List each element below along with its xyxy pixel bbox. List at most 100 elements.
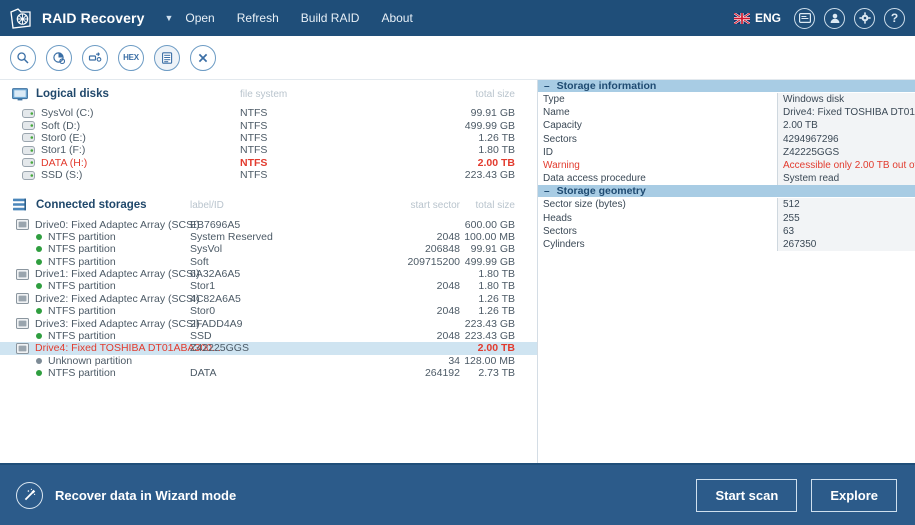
hdd-icon: [16, 268, 29, 280]
storage-row-name: NTFS partition: [48, 330, 116, 343]
storage-partition-row[interactable]: NTFS partition Stor1 2048 1.80 TB: [0, 280, 537, 292]
drive-icon: [22, 158, 35, 168]
chevron-down-icon[interactable]: ▼: [164, 13, 173, 23]
storage-row-name: Unknown partition: [48, 354, 133, 367]
logical-disk-row[interactable]: Stor1 (F:) NTFS 1.80 TB: [0, 144, 537, 156]
storage-partition-row[interactable]: NTFS partition Soft 209715200 499.99 GB: [0, 256, 537, 268]
property-row: WarningAccessible only 2.00 TB out of 2.…: [538, 158, 915, 173]
user-icon[interactable]: [824, 7, 845, 29]
logical-disk-row[interactable]: SysVol (C:) NTFS 99.91 GB: [0, 107, 537, 119]
menu-item-refresh[interactable]: Refresh: [237, 11, 279, 25]
gear-icon[interactable]: [854, 7, 875, 29]
drive-icon: [22, 108, 35, 118]
storage-row-name: NTFS partition: [48, 367, 116, 380]
app-title: RAID Recovery: [42, 10, 145, 26]
property-value: 4294967296: [778, 132, 915, 146]
partition-status-dot: [36, 370, 42, 377]
property-value: 267350: [778, 237, 915, 252]
storage-partition-row[interactable]: Unknown partition 34 128.00 MB: [0, 355, 537, 367]
property-value: 63: [778, 224, 915, 238]
compare-icon[interactable]: [82, 44, 108, 71]
window-icon[interactable]: [794, 7, 815, 29]
drive-icon: [22, 121, 35, 131]
logical-disk-size: 223.43 GB: [464, 169, 515, 182]
property-row: Capacity 2.00 TB: [538, 119, 915, 133]
logical-disk-row[interactable]: DATA (H:) NTFS 2.00 TB: [0, 157, 537, 169]
list-icon[interactable]: [154, 44, 180, 71]
storage-row-size: 499.99 GB: [464, 255, 515, 268]
property-key: Sector size (bytes): [538, 198, 778, 212]
logical-disk-name: Soft (D:): [41, 119, 81, 132]
explore-button[interactable]: Explore: [811, 478, 897, 512]
storage-row-start-sector: 2048: [436, 280, 460, 293]
storage-row-size: 1.26 TB: [478, 292, 515, 305]
storage-drive-row[interactable]: Drive4: Fixed TOSHIBA DT01ABA300... Z4222…: [0, 342, 537, 355]
storage-partition-row[interactable]: NTFS partition SSD 2048 223.43 GB: [0, 330, 537, 342]
property-row: Sectors 4294967296: [538, 132, 915, 146]
connected-storages-list: Drive0: Fixed Adaptec Array (SCSI) EB7696…: [0, 218, 537, 379]
hdd-icon: [16, 219, 29, 231]
storage-partition-row[interactable]: NTFS partition DATA 264192 2.73 TB: [0, 367, 537, 379]
help-icon[interactable]: ?: [884, 7, 905, 29]
storage-partition-row[interactable]: NTFS partition System Reserved 2048 100.00 …: [0, 231, 537, 243]
minus-icon[interactable]: –: [544, 186, 550, 197]
property-key: Capacity: [538, 119, 778, 133]
property-row: Data access procedure System read: [538, 172, 915, 186]
raid-folder-logo: [8, 6, 34, 30]
storage-drive-row[interactable]: Drive2: Fixed Adaptec Array (SCSI) 4C82A6…: [0, 293, 537, 305]
property-key: Type: [538, 93, 778, 107]
storage-row-label: SSD: [190, 330, 212, 343]
header-actions: ENG ?: [733, 7, 905, 29]
panel-section-title: Storage geometry: [556, 185, 646, 198]
property-row: NameDrive4: Fixed TOSHIBA DT01ABA300 (: [538, 106, 915, 120]
hdd-icon: [16, 342, 29, 354]
language-selector[interactable]: ENG: [733, 11, 781, 25]
menu-item-about[interactable]: About: [381, 11, 412, 25]
storage-row-size: 600.00 GB: [464, 218, 515, 231]
storages-icon: [12, 198, 28, 212]
partition-status-dot: [36, 258, 42, 265]
storage-row-label: Stor0: [190, 305, 216, 318]
menu-item-open[interactable]: Open: [185, 11, 214, 25]
storage-drive-row[interactable]: Drive1: Fixed Adaptec Array (SCSI) 6A32A6…: [0, 268, 537, 280]
partition-status-dot: [36, 246, 42, 253]
storage-drive-row[interactable]: Drive0: Fixed Adaptec Array (SCSI) EB7696…: [0, 218, 537, 231]
storage-row-label: 4C82A6A5: [190, 292, 241, 305]
storage-row-start-sector: 2048: [436, 230, 460, 243]
storage-row-size: 223.43 GB: [464, 330, 515, 343]
logical-disk-row[interactable]: Soft (D:) NTFS 499.99 GB: [0, 119, 537, 132]
panel-section-header[interactable]: – Storage geometry: [538, 185, 915, 199]
panel-section-title: Storage information: [556, 80, 657, 92]
property-key: Sectors: [538, 224, 778, 238]
disk-scan-icon[interactable]: [46, 44, 72, 71]
minus-icon[interactable]: –: [544, 81, 550, 92]
wizard-mode-label: Recover data in Wizard mode: [55, 487, 237, 503]
close-icon[interactable]: [190, 44, 216, 71]
panel-section-header[interactable]: – Storage information: [538, 80, 915, 93]
property-key: Data access procedure: [538, 172, 778, 186]
storage-row-name: Drive0: Fixed Adaptec Array (SCSI): [35, 218, 200, 231]
property-value: 512: [778, 198, 915, 212]
logical-disk-row[interactable]: SSD (S:) NTFS 223.43 GB: [0, 169, 537, 181]
connected-storages-col-size: total size: [475, 199, 515, 211]
storage-partition-row[interactable]: NTFS partition Stor0 2048 1.26 TB: [0, 305, 537, 317]
storage-row-size: 128.00 MB: [464, 354, 515, 367]
menu-item-build-raid[interactable]: Build RAID: [301, 11, 360, 25]
storage-drive-row[interactable]: Drive3: Fixed Adaptec Array (SCSI) 2FADD4…: [0, 317, 537, 330]
partition-status-dot: [36, 283, 42, 290]
start-scan-button[interactable]: Start scan: [696, 478, 798, 512]
hex-icon[interactable]: HEX: [118, 44, 144, 71]
storage-row-name: Drive3: Fixed Adaptec Array (SCSI): [35, 317, 200, 330]
main-body: Logical disks file system total size Sys…: [0, 80, 915, 463]
logical-disk-filesystem: NTFS: [240, 107, 268, 120]
search-icon[interactable]: [10, 44, 36, 71]
wizard-mode-button[interactable]: Recover data in Wizard mode: [16, 481, 237, 509]
logical-disk-name: DATA (H:): [41, 156, 88, 169]
logical-disk-row[interactable]: Stor0 (E:) NTFS 1.26 TB: [0, 132, 537, 144]
drive-icon: [22, 133, 35, 143]
monitor-icon: [12, 87, 28, 101]
storage-partition-row[interactable]: NTFS partition SysVol 206848 99.91 GB: [0, 243, 537, 255]
property-key: Warning: [538, 158, 778, 173]
toolbar: HEX: [0, 36, 915, 80]
magic-wand-icon: [16, 481, 43, 509]
